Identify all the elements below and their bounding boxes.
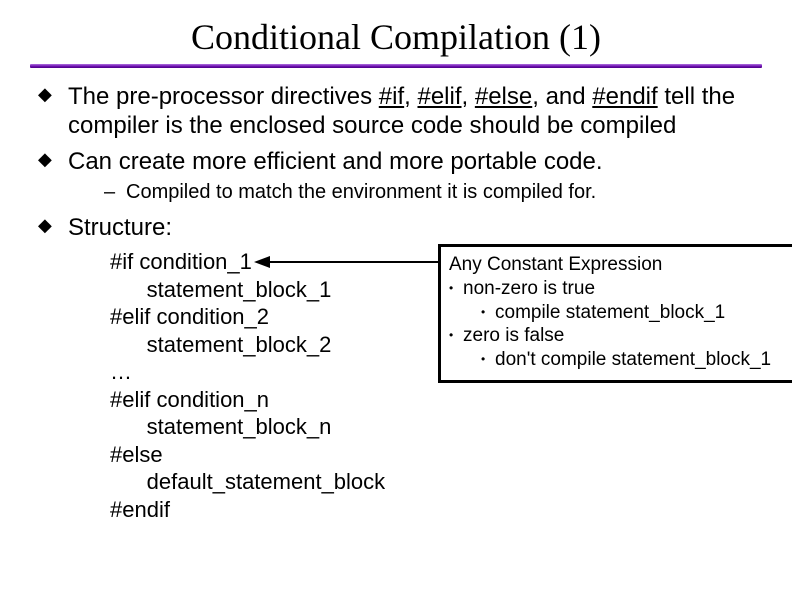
bullet-item-2: Can create more efficient and more porta… bbox=[36, 147, 762, 205]
callout-item-nonzero: non-zero is true compile statement_block… bbox=[449, 277, 792, 325]
callout-title: Any Constant Expression bbox=[449, 253, 792, 277]
code-area: #if condition_1 statement_block_1 #elif … bbox=[110, 248, 762, 523]
slide-title: Conditional Compilation (1) bbox=[30, 16, 762, 58]
code-line: statement_block_n bbox=[110, 414, 331, 439]
callout-text: non-zero is true bbox=[463, 278, 595, 299]
bullet-item-3: Structure: bbox=[36, 213, 762, 242]
callout-list: non-zero is true compile statement_block… bbox=[449, 277, 792, 372]
code-line: … bbox=[110, 359, 132, 384]
callout-sublist: compile statement_block_1 bbox=[481, 301, 792, 325]
code-line: #elif condition_2 bbox=[110, 304, 269, 329]
bullet-text: Can create more efficient and more porta… bbox=[68, 148, 603, 175]
bullet-item-1: The pre-processor directives #if, #elif,… bbox=[36, 82, 762, 141]
code-line: #elif condition_n bbox=[110, 387, 269, 412]
callout-text: don't compile statement_block_1 bbox=[495, 349, 771, 370]
callout-subitem: compile statement_block_1 bbox=[481, 301, 792, 325]
code-line: #endif bbox=[110, 497, 170, 522]
bullet-list: The pre-processor directives #if, #elif,… bbox=[30, 82, 762, 242]
sub-bullet-list: Compiled to match the environment it is … bbox=[68, 180, 762, 205]
callout-text: zero is false bbox=[463, 325, 564, 346]
callout-item-zero: zero is false don't compile statement_bl… bbox=[449, 324, 792, 372]
code-line: #if condition_1 bbox=[110, 249, 252, 274]
slide: Conditional Compilation (1) The pre-proc… bbox=[0, 0, 792, 612]
callout-sublist: don't compile statement_block_1 bbox=[481, 348, 792, 372]
text-fragment: , bbox=[404, 83, 417, 110]
callout-subitem: don't compile statement_block_1 bbox=[481, 348, 792, 372]
text-fragment: The pre-processor directives bbox=[68, 83, 379, 110]
code-line: statement_block_2 bbox=[110, 332, 331, 357]
arrow-icon bbox=[254, 252, 440, 272]
code-line: statement_block_1 bbox=[110, 277, 331, 302]
text-fragment: , and bbox=[532, 83, 592, 110]
title-divider bbox=[30, 64, 762, 68]
code-line: default_statement_block bbox=[110, 469, 385, 494]
callout-text: compile statement_block_1 bbox=[495, 302, 725, 323]
directive-else: #else bbox=[475, 83, 532, 110]
directive-if: #if bbox=[379, 83, 404, 110]
bullet-text: Structure: bbox=[68, 214, 172, 241]
sub-bullet-item: Compiled to match the environment it is … bbox=[102, 180, 762, 205]
sub-bullet-text: Compiled to match the environment it is … bbox=[126, 181, 596, 203]
code-line: #else bbox=[110, 442, 163, 467]
directive-elif: #elif bbox=[417, 83, 461, 110]
directive-endif: #endif bbox=[592, 83, 657, 110]
text-fragment: , bbox=[462, 83, 475, 110]
callout-box: Any Constant Expression non-zero is true… bbox=[438, 244, 792, 383]
